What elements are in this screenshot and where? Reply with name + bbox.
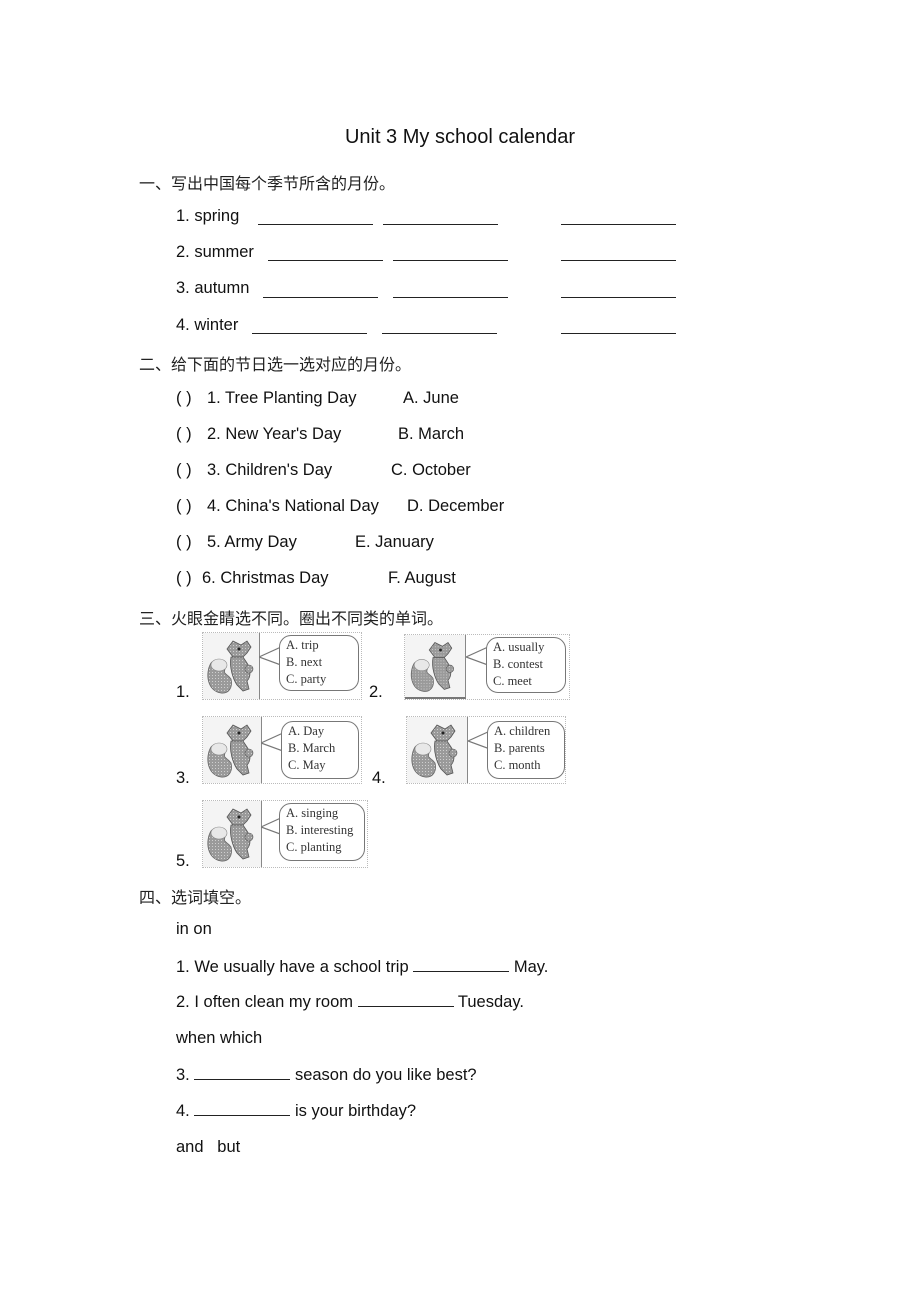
season-row: 4. winter — [176, 316, 238, 335]
word-option[interactable]: A. singing — [286, 805, 358, 822]
speech-bubble: A. Day B. March C. May — [281, 721, 359, 779]
word-option[interactable]: B. interesting — [286, 822, 358, 839]
month-option: F. August — [388, 569, 456, 587]
answer-blank[interactable] — [252, 319, 367, 334]
picture-card: A. usually B. contest C. meet — [404, 634, 570, 700]
sentence: 4. is your birthday? — [176, 1101, 416, 1121]
answer-blank[interactable] — [393, 283, 508, 298]
word-option[interactable]: C. May — [288, 757, 352, 774]
holiday-text: 4. China's National Day — [207, 497, 379, 515]
speech-bubble: A. trip B. next C. party — [279, 635, 359, 691]
answer-blank[interactable] — [268, 246, 383, 261]
sentence: 2. I often clean my room Tuesday. — [176, 992, 524, 1012]
word-option[interactable]: B. March — [288, 740, 352, 757]
speech-bubble: A. usually B. contest C. meet — [486, 637, 566, 693]
section-4-heading: 四、选词填空。 — [139, 888, 252, 907]
month-option: C. October — [391, 461, 471, 479]
word-bank: when which — [176, 1029, 263, 1047]
month-option: B. March — [398, 425, 465, 443]
word-option[interactable]: B. parents — [494, 740, 558, 757]
answer-blank[interactable] — [357, 992, 454, 1007]
squirrel-icon — [203, 717, 262, 783]
season-row: 3. autumn — [176, 279, 249, 298]
sentence-text: 3. — [176, 1066, 190, 1084]
section-3-heading: 三、火眼金睛选不同。圈出不同类的单词。 — [139, 609, 444, 628]
word-option[interactable]: A. usually — [493, 639, 559, 656]
answer-blank[interactable] — [258, 210, 373, 225]
season-row: 2. summer — [176, 243, 254, 262]
section-2-heading: 二、给下面的节日选一选对应的月份。 — [139, 355, 412, 374]
season-label: 3. autumn — [176, 279, 250, 297]
month-option: E. January — [355, 533, 434, 551]
squirrel-icon — [407, 717, 468, 783]
holiday-text: 2. New Year's Day — [207, 425, 342, 443]
sentence-text: season do you like best? — [294, 1066, 477, 1084]
matching-paren[interactable]: ( ) — [176, 425, 192, 444]
word-bank: and but — [176, 1138, 241, 1156]
sentence-text: 4. — [176, 1102, 190, 1120]
word-option[interactable]: C. meet — [493, 673, 559, 690]
sentence-text: May. — [513, 958, 549, 976]
question-number: 4. — [372, 769, 386, 787]
word-option[interactable]: C. party — [286, 671, 352, 688]
answer-blank[interactable] — [561, 210, 676, 225]
word-option[interactable]: A. Day — [288, 723, 352, 740]
squirrel-icon — [405, 635, 466, 699]
picture-card: A. children B. parents C. month — [406, 716, 566, 784]
squirrel-icon — [203, 801, 262, 867]
answer-blank[interactable] — [561, 319, 676, 334]
word-option[interactable]: A. children — [494, 723, 558, 740]
word-option[interactable]: B. contest — [493, 656, 559, 673]
sentence-text: 1. We usually have a school trip — [176, 958, 409, 976]
matching-paren[interactable]: ( ) — [176, 533, 192, 552]
sentence-text: Tuesday. — [457, 993, 524, 1011]
matching-paren[interactable]: ( ) — [176, 389, 192, 408]
month-option: D. December — [407, 497, 505, 515]
holiday-text: 3. Children's Day — [207, 461, 333, 479]
answer-blank[interactable] — [383, 210, 498, 225]
answer-blank[interactable] — [561, 283, 676, 298]
answer-blank[interactable] — [413, 957, 510, 972]
word-option[interactable]: C. planting — [286, 839, 358, 856]
sentence: 3. season do you like best? — [176, 1065, 477, 1085]
season-row: 1. spring — [176, 207, 239, 226]
question-number: 1. — [176, 683, 190, 701]
season-label: 2. summer — [176, 243, 254, 261]
question-number: 3. — [176, 769, 190, 787]
answer-blank[interactable] — [194, 1101, 291, 1116]
answer-blank[interactable] — [561, 246, 676, 261]
holiday-text: 1. Tree Planting Day — [207, 389, 357, 407]
word-option[interactable]: C. month — [494, 757, 558, 774]
matching-paren[interactable]: ( ) — [176, 497, 192, 516]
word-bank: in on — [176, 920, 212, 938]
squirrel-icon — [203, 633, 260, 699]
sentence-text: is your birthday? — [294, 1102, 417, 1120]
answer-blank[interactable] — [382, 319, 497, 334]
matching-paren[interactable]: ( ) — [176, 461, 192, 480]
question-number: 5. — [176, 852, 190, 870]
speech-bubble: A. children B. parents C. month — [487, 721, 565, 779]
page-title: Unit 3 My school calendar — [344, 126, 576, 148]
sentence-text: 2. I often clean my room — [176, 993, 353, 1011]
holiday-text: 6. Christmas Day — [202, 569, 329, 587]
question-number: 2. — [369, 683, 383, 701]
word-option[interactable]: A. trip — [286, 637, 352, 654]
season-label: 1. spring — [176, 207, 240, 225]
section-1-heading: 一、写出中国每个季节所含的月份。 — [139, 174, 396, 193]
sentence: 1. We usually have a school trip May. — [176, 957, 548, 977]
word-option[interactable]: B. next — [286, 654, 352, 671]
holiday-text: 5. Army Day — [207, 533, 297, 551]
speech-bubble: A. singing B. interesting C. planting — [279, 803, 365, 861]
picture-card: A. singing B. interesting C. planting — [202, 800, 368, 868]
answer-blank[interactable] — [393, 246, 508, 261]
picture-card: A. Day B. March C. May — [202, 716, 362, 784]
picture-card: A. trip B. next C. party — [202, 632, 362, 700]
matching-paren[interactable]: ( ) — [176, 569, 192, 588]
season-label: 4. winter — [176, 316, 239, 334]
answer-blank[interactable] — [263, 283, 378, 298]
month-option: A. June — [403, 389, 459, 407]
answer-blank[interactable] — [194, 1065, 291, 1080]
